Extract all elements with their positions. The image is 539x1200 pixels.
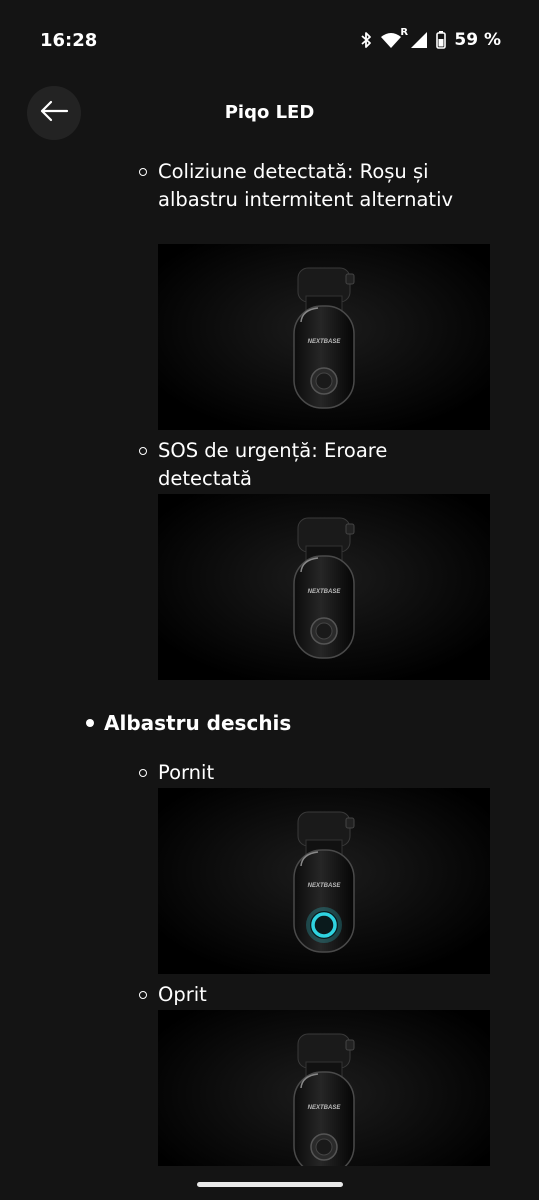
- navigation-bar: [0, 1166, 539, 1200]
- brand-logo: NEXTBASE: [308, 589, 342, 595]
- list-item-label: Oprit: [158, 983, 207, 1006]
- list-bullet: [139, 447, 147, 455]
- list-item-label: Coliziune detectată: Roșu și albastru in…: [158, 160, 454, 211]
- status-time: 16:28: [40, 30, 98, 51]
- battery-percent: 59 %: [454, 30, 501, 50]
- list-bullet: [139, 769, 147, 777]
- brand-logo: NEXTBASE: [308, 883, 342, 889]
- bluetooth-icon: [360, 31, 372, 49]
- list-bullet: [139, 991, 147, 999]
- wifi-icon: R: [380, 27, 408, 49]
- network-badge: R: [400, 27, 409, 38]
- brand-logo: NEXTBASE: [308, 1105, 342, 1111]
- dashcam-image: NEXTBASE: [158, 788, 490, 974]
- signal-icon: [410, 31, 428, 49]
- dashcam-image: NEXTBASE: [158, 1010, 490, 1166]
- home-indicator[interactable]: [197, 1182, 343, 1187]
- list-item-label: SOS de urgență: Eroare detectată: [158, 439, 388, 490]
- app-header: Piqo LED: [0, 84, 539, 142]
- list-bullet: [86, 719, 94, 727]
- section-label: Albastru deschis: [104, 711, 292, 735]
- status-icons: R 59 %: [360, 27, 501, 50]
- status-bar: 16:28 R 59 %: [0, 0, 539, 80]
- battery-icon: [436, 31, 447, 49]
- content-scroll[interactable]: Coliziune detectată: Roșu și albastru in…: [0, 150, 539, 1166]
- dashcam-image: NEXTBASE: [158, 494, 490, 680]
- list-item-label: Pornit: [158, 761, 215, 784]
- brand-logo: NEXTBASE: [308, 339, 342, 345]
- page-title: Piqo LED: [224, 102, 315, 123]
- list-bullet: [139, 168, 147, 176]
- dashcam-image: NEXTBASE: [158, 244, 490, 430]
